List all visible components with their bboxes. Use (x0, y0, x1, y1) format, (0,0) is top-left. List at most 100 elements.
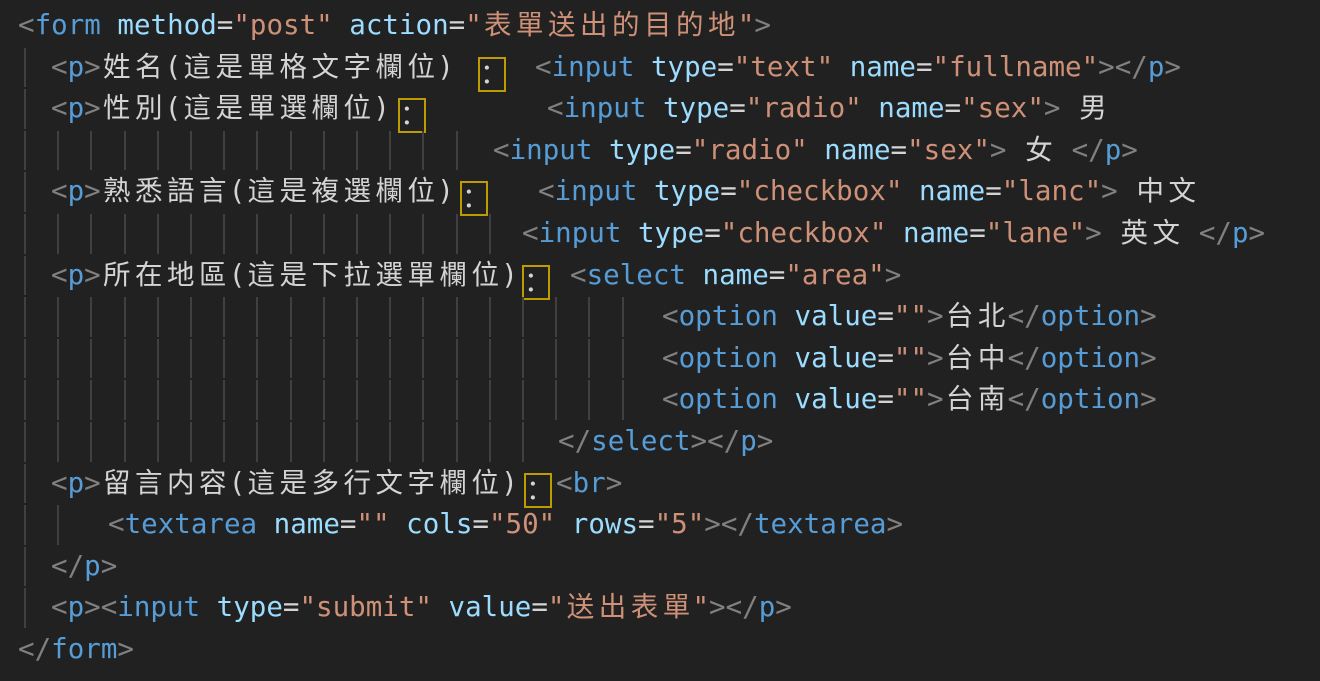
indent-guide (456, 297, 458, 337)
code-token-eq: = (340, 508, 357, 540)
code-token-pun: ></ (1098, 51, 1148, 83)
code-token-str: "sex" (961, 92, 1044, 124)
code-segment: <input type="checkbox" name="lane"> 英文 <… (522, 213, 1265, 255)
code-segment: <select name="area"> (570, 255, 901, 297)
indent-guide (456, 339, 458, 379)
code-segment: <p>留言内容(這是多行文字欄位) (51, 463, 518, 505)
indent-guide (422, 339, 424, 379)
indent-guide (323, 339, 325, 379)
code-token-tag: p (1105, 134, 1122, 166)
indent-guide (323, 131, 325, 171)
indent-guide (190, 380, 192, 420)
indent-guide (522, 339, 524, 379)
code-token-att: name (919, 175, 985, 207)
code-token-pun: < (547, 92, 564, 124)
indent-guide (157, 422, 159, 462)
code-token-txt (555, 508, 572, 540)
code-token-att: value (449, 591, 532, 623)
indent-guide (622, 380, 624, 420)
code-segment: <p>性別(這是單選欄位) (51, 88, 390, 130)
code-segment: ： (398, 88, 426, 133)
code-token-pun: > (1140, 383, 1157, 415)
indent-guide (24, 339, 26, 379)
code-token-eq: = (217, 9, 234, 41)
indent-guide (124, 214, 126, 254)
code-token-eq: = (283, 591, 300, 623)
code-token-tag: select (587, 259, 686, 291)
indent-guide (157, 214, 159, 254)
code-token-tag: p (759, 591, 776, 623)
indent-guide (223, 422, 225, 462)
code-token-str: "radio" (692, 134, 808, 166)
code-editor[interactable]: <form method="post" action="表單送出的目的地"><p… (0, 0, 1320, 681)
code-segment: <form method="post" action="表單送出的目的地"> (18, 5, 771, 47)
indent-guide (290, 422, 292, 462)
code-token-pun: > (84, 467, 101, 499)
code-token-txt: 留言内容(這是多行文字欄位) (101, 467, 518, 499)
code-token-tag: option (1041, 342, 1140, 374)
code-token-txt: 英文 (1102, 217, 1199, 249)
indent-guide (223, 339, 225, 379)
indent-guide (422, 380, 424, 420)
indent-guide (24, 297, 26, 337)
indent-guide (57, 380, 59, 420)
code-line: <p>性別(這是單選欄位)：<input type="radio" name="… (0, 88, 1320, 130)
code-token-txt (902, 175, 919, 207)
indent-guide (157, 339, 159, 379)
indent-guide (90, 214, 92, 254)
code-segment: ： (478, 47, 506, 92)
code-token-pun: > (101, 550, 118, 582)
code-token-tag: option (679, 300, 778, 332)
unicode-highlight-colon: ： (522, 265, 550, 300)
code-token-pun: > (1140, 300, 1157, 332)
indent-guide (24, 172, 26, 212)
code-token-eq: = (916, 51, 933, 83)
code-token-att: type (663, 92, 729, 124)
code-token-txt: 台南 (944, 383, 1008, 415)
code-token-att: rows (572, 508, 638, 540)
indent-guide (422, 214, 424, 254)
code-token-eq: = (877, 300, 894, 332)
code-token-att: cols (406, 508, 472, 540)
code-token-eq: = (769, 259, 786, 291)
code-token-eq: = (891, 134, 908, 166)
code-token-txt: 熟悉語言(這是複選欄位) (101, 175, 454, 207)
indent-guide (124, 339, 126, 379)
code-token-tag: textarea (754, 508, 887, 540)
code-token-eq: = (877, 342, 894, 374)
code-token-pun: </ (558, 425, 591, 457)
indent-guide (90, 422, 92, 462)
indent-guide (456, 380, 458, 420)
code-token-att: name (850, 51, 916, 83)
code-token-att: name (903, 217, 969, 249)
code-token-tag: input (552, 51, 635, 83)
indent-guide (522, 422, 524, 462)
code-token-pun: > (84, 259, 101, 291)
code-token-pun: > (1101, 175, 1118, 207)
code-token-txt: 性別(這是單選欄位) (101, 92, 390, 124)
indent-guide (57, 131, 59, 171)
code-token-str: "5" (655, 508, 705, 540)
code-token-txt (637, 175, 654, 207)
code-token-tag: p (68, 175, 85, 207)
code-token-txt (101, 9, 118, 41)
code-token-txt: 台中 (944, 342, 1008, 374)
code-token-str: "fullname" (933, 51, 1099, 83)
indent-guide (489, 422, 491, 462)
code-segment: ： (524, 463, 552, 508)
code-token-pun: > (927, 383, 944, 415)
code-segment: ： (522, 255, 550, 300)
code-token-pun: < (522, 217, 539, 249)
indent-guide (356, 339, 358, 379)
code-segment: <input type="text" name="fullname"></p> (535, 47, 1181, 89)
indent-guide (223, 131, 225, 171)
code-token-str: "area" (785, 259, 884, 291)
code-token-txt: 男 (1060, 92, 1109, 124)
code-token-tag: p (68, 467, 85, 499)
code-token-str: "lane" (986, 217, 1085, 249)
indent-guide (290, 297, 292, 337)
code-token-txt (778, 383, 795, 415)
code-token-att: name (824, 134, 890, 166)
code-token-pun: < (570, 259, 587, 291)
code-token-pun: > (84, 92, 101, 124)
